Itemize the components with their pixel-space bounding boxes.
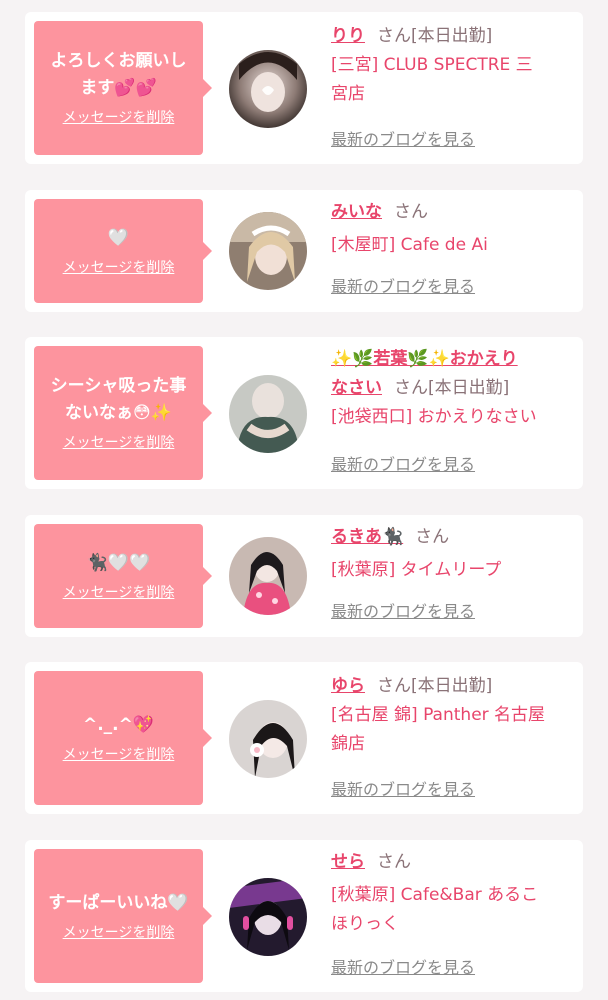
- avatar[interactable]: [229, 878, 307, 956]
- honorific: さん: [377, 852, 411, 872]
- honorific: さん: [377, 676, 411, 696]
- delete-message-link[interactable]: メッセージを削除: [63, 923, 175, 943]
- message-text: よろしくお願いし ます💕💕: [50, 51, 187, 98]
- shop-name: [名古屋 錦] Panther 名古屋 錦店: [331, 705, 546, 754]
- latest-blog-link[interactable]: 最新のブログを見る: [331, 601, 475, 623]
- latest-blog-link[interactable]: 最新のブログを見る: [331, 957, 475, 979]
- latest-blog-link[interactable]: 最新のブログを見る: [331, 276, 475, 298]
- today-badge: [本日出勤]: [428, 378, 510, 398]
- message-card: ^._.^💖 メッセージを削除 ゆら さん[本日出勤] [名古屋 錦] Panth…: [25, 662, 583, 814]
- avatar[interactable]: [229, 375, 307, 453]
- message-bubble: シーシャ吸った事 ないなぁ😳✨ メッセージを削除: [34, 346, 212, 480]
- girl-info: みいな さん [木屋町] Cafe de Ai: [331, 198, 576, 260]
- delete-message-link[interactable]: メッセージを削除: [63, 433, 175, 453]
- avatar[interactable]: [229, 212, 307, 290]
- today-badge: [本日出勤]: [411, 676, 493, 696]
- girl-info: ゆら さん[本日出勤] [名古屋 錦] Panther 名古屋 錦店: [331, 672, 576, 759]
- message-card: 🤍 メッセージを削除 みいな さん [木屋町] Cafe de Ai 最新のブログ…: [25, 190, 583, 312]
- latest-blog-link[interactable]: 最新のブログを見る: [331, 779, 475, 801]
- honorific: さん: [377, 26, 411, 46]
- delete-message-link[interactable]: メッセージを削除: [63, 583, 175, 603]
- message-text: ^._.^💖: [82, 714, 155, 735]
- avatar[interactable]: [229, 700, 307, 778]
- shop-name: [秋葉原] Cafe&Bar あるこ ほりっく: [331, 885, 539, 934]
- girl-name-link[interactable]: りり: [331, 26, 365, 46]
- girl-info: ✨🌿若葉🌿✨おかえり なさい さん[本日出勤] [池袋西口] おかえりなさい: [331, 345, 576, 432]
- honorific: さん: [394, 202, 428, 222]
- girl-name-link[interactable]: みいな: [331, 202, 382, 222]
- message-card: 🐈‍⬛🤍🤍 メッセージを削除 るきあ🐈‍⬛ さん [秋葉原] タイムリープ 最新の…: [25, 515, 583, 637]
- girl-info: りり さん[本日出勤] [三宮] CLUB SPECTRE 三 宮店: [331, 22, 576, 109]
- message-bubble: すーぱーいいね🤍 メッセージを削除: [34, 849, 212, 983]
- message-bubble: 🐈‍⬛🤍🤍 メッセージを削除: [34, 524, 212, 628]
- latest-blog-link[interactable]: 最新のブログを見る: [331, 129, 475, 151]
- shop-name: [池袋西口] おかえりなさい: [331, 407, 537, 427]
- message-bubble: よろしくお願いし ます💕💕 メッセージを削除: [34, 21, 212, 155]
- message-text: すーぱーいいね🤍: [48, 892, 189, 913]
- honorific: さん: [415, 527, 450, 547]
- honorific: さん: [394, 378, 428, 398]
- girl-name-link[interactable]: ✨🌿若葉🌿✨おかえり: [331, 349, 518, 369]
- message-card: すーぱーいいね🤍 メッセージを削除 せら さん [秋葉原] Cafe&Bar ある…: [25, 840, 583, 992]
- girl-name-link-cont[interactable]: なさい: [331, 378, 382, 398]
- message-text: シーシャ吸った事 ないなぁ😳✨: [50, 376, 187, 423]
- girl-name-link[interactable]: ゆら: [331, 676, 365, 696]
- message-text: 🤍: [107, 227, 130, 248]
- delete-message-link[interactable]: メッセージを削除: [63, 108, 175, 128]
- message-text: 🐈‍⬛🤍🤍: [86, 552, 151, 573]
- girl-name-link[interactable]: せら: [331, 852, 365, 872]
- shop-name: [秋葉原] タイムリープ: [331, 560, 502, 580]
- latest-blog-link[interactable]: 最新のブログを見る: [331, 454, 475, 476]
- avatar[interactable]: [229, 50, 307, 128]
- girl-info: るきあ🐈‍⬛ さん [秋葉原] タイムリープ: [331, 523, 576, 585]
- shop-name: [三宮] CLUB SPECTRE 三 宮店: [331, 55, 533, 104]
- avatar[interactable]: [229, 537, 307, 615]
- message-bubble: 🤍 メッセージを削除: [34, 199, 212, 303]
- girl-info: せら さん [秋葉原] Cafe&Bar あるこ ほりっく: [331, 848, 576, 939]
- today-badge: [本日出勤]: [411, 26, 493, 46]
- message-bubble: ^._.^💖 メッセージを削除: [34, 671, 212, 805]
- delete-message-link[interactable]: メッセージを削除: [63, 745, 175, 765]
- message-card: よろしくお願いし ます💕💕 メッセージを削除 りり さん[本日出勤] [三宮] C…: [25, 12, 583, 164]
- girl-name-link[interactable]: るきあ🐈‍⬛: [331, 527, 403, 547]
- message-card: シーシャ吸った事 ないなぁ😳✨ メッセージを削除 ✨🌿若葉🌿✨おかえり なさいさ…: [25, 337, 583, 489]
- shop-name: [木屋町] Cafe de Ai: [331, 235, 488, 255]
- delete-message-link[interactable]: メッセージを削除: [63, 258, 175, 278]
